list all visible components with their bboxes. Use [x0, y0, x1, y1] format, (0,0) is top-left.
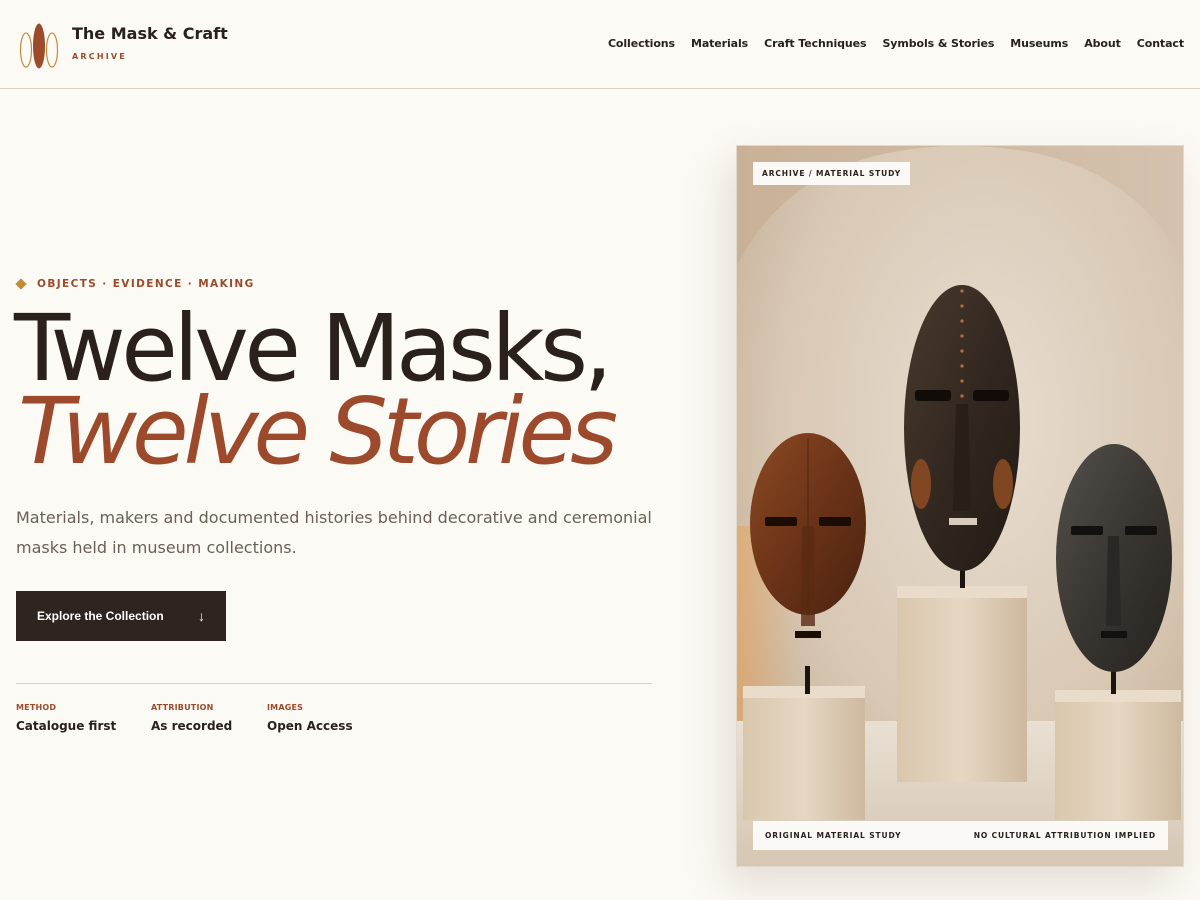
- caption-left: ORIGINAL MATERIAL STUDY: [765, 831, 902, 840]
- figure-tag: ARCHIVE / MATERIAL STUDY: [753, 162, 911, 185]
- brand-subtitle: ARCHIVE: [72, 52, 127, 61]
- site-header: The Mask & Craft ARCHIVE Collections Mat…: [0, 0, 1200, 89]
- mask-trio-logo-icon[interactable]: [19, 22, 59, 70]
- arrow-down-icon: ↓: [198, 608, 205, 624]
- nav-item-symbols-stories[interactable]: Symbols & Stories: [882, 37, 994, 50]
- nav-item-craft-techniques[interactable]: Craft Techniques: [764, 37, 866, 50]
- nav-item-museums[interactable]: Museums: [1010, 37, 1068, 50]
- hero-description: Materials, makers and documented histori…: [16, 508, 652, 557]
- hero-title-line2: Twelve Stories: [18, 378, 618, 485]
- cta-label: Explore the Collection: [37, 609, 164, 623]
- hero-eyebrow: OBJECTS · EVIDENCE · MAKING: [15, 278, 255, 290]
- stat-method: METHOD Catalogue first: [16, 703, 116, 733]
- explore-collection-button[interactable]: Explore the Collection ↓: [16, 591, 226, 641]
- stat-images: IMAGES Open Access: [267, 703, 353, 733]
- stat-value: As recorded: [151, 719, 233, 733]
- nav-item-contact[interactable]: Contact: [1137, 37, 1184, 50]
- caption-right: NO CULTURAL ATTRIBUTION IMPLIED: [973, 831, 1156, 840]
- stat-label: METHOD: [16, 703, 57, 712]
- eyebrow-text: OBJECTS · EVIDENCE · MAKING: [37, 278, 255, 290]
- mask-display-illustration: [737, 146, 1183, 866]
- diamond-icon: [15, 278, 27, 290]
- stat-label: IMAGES: [267, 703, 304, 712]
- nav-item-about[interactable]: About: [1084, 37, 1121, 50]
- main-nav: Collections Materials Craft Techniques S…: [608, 37, 1184, 50]
- stat-value: Catalogue first: [16, 719, 117, 733]
- nav-item-collections[interactable]: Collections: [608, 37, 675, 50]
- hero-image-masks: ARCHIVE / MATERIAL STUDY ORIGINAL MATERI…: [736, 145, 1184, 867]
- figure-caption-bar: ORIGINAL MATERIAL STUDY NO CULTURAL ATTR…: [753, 821, 1168, 850]
- stat-label: ATTRIBUTION: [151, 703, 214, 712]
- stats-divider: [16, 683, 652, 684]
- brand-name[interactable]: The Mask & Craft: [72, 24, 228, 43]
- nav-item-materials[interactable]: Materials: [691, 37, 748, 50]
- stat-value: Open Access: [267, 719, 353, 733]
- stat-attribution: ATTRIBUTION As recorded: [151, 703, 232, 733]
